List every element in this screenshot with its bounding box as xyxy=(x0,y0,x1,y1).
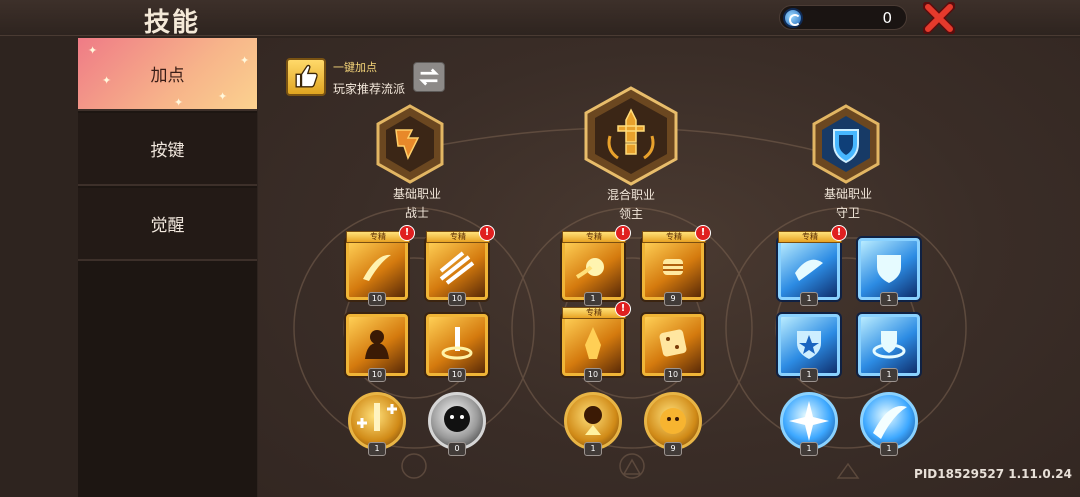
skill-level: 10 xyxy=(584,368,602,382)
alert-icon: ! xyxy=(615,225,631,241)
warrior-class-icon[interactable] xyxy=(374,104,446,184)
guard-class-icon[interactable] xyxy=(810,104,882,184)
lord-skill-1[interactable]: 专精 ! 1 xyxy=(562,225,631,306)
one-click-points-label: 一键加点 xyxy=(333,61,377,74)
shield-icon xyxy=(877,255,901,283)
guard-class-type: 基础职业 xyxy=(823,187,872,201)
alert-icon: ! xyxy=(615,301,631,317)
tab-awaken-label: 觉醒 xyxy=(150,216,185,236)
thumbs-up-icon xyxy=(295,64,318,88)
skill-level: 1 xyxy=(880,442,898,456)
warrior-skill-4[interactable]: 10 xyxy=(426,314,488,382)
alert-icon: ! xyxy=(479,225,495,241)
tab-keys-label: 按键 xyxy=(150,141,185,161)
currency-display: 0 xyxy=(779,5,907,30)
skill-level: 9 xyxy=(664,292,682,306)
guard-class-name: 守卫 xyxy=(835,206,860,220)
skill-level: 10 xyxy=(368,368,386,382)
sidebar: ✦ ✦ ✦ ✦ ✦ 加点 按键 觉醒 xyxy=(78,38,257,497)
guard-skill-3[interactable]: 1 xyxy=(778,314,840,382)
recommended-build-label: 玩家推荐流派 xyxy=(333,82,406,96)
guard-skill-1[interactable]: 专精 ! 1 xyxy=(778,225,847,306)
shield-aura-icon xyxy=(872,331,906,359)
sword-ground-icon xyxy=(441,327,473,360)
lord-class-icon[interactable] xyxy=(580,86,682,186)
multi-slash-icon xyxy=(439,251,475,285)
wind-slash-icon xyxy=(873,406,907,439)
skill-level: 1 xyxy=(800,292,818,306)
lord-skill-2[interactable]: 专精 ! 9 xyxy=(642,225,711,306)
refresh-icon xyxy=(419,68,439,86)
passive-skill-5[interactable]: 1 xyxy=(780,392,838,456)
switch-build-button[interactable] xyxy=(413,62,445,92)
skill-level: 0 xyxy=(448,442,466,456)
lord-class-type: 混合职业 xyxy=(606,188,655,202)
guard-skill-2[interactable]: 1 xyxy=(858,238,920,306)
warrior-class-type: 基础职业 xyxy=(392,187,441,201)
skill-level: 1 xyxy=(880,292,898,306)
sword-plus-icon xyxy=(357,403,397,431)
skill-level: 10 xyxy=(448,292,466,306)
passive-skill-6[interactable]: 1 xyxy=(860,392,918,456)
warrior-class-name: 战士 xyxy=(404,206,429,220)
alert-icon: ! xyxy=(831,225,847,241)
close-icon[interactable] xyxy=(923,2,955,34)
skill-level: 10 xyxy=(664,368,682,382)
recommend-button[interactable] xyxy=(286,58,326,96)
passive-skill-1[interactable]: 1 xyxy=(348,392,406,456)
skill-level: 9 xyxy=(664,442,682,456)
passive-skill-4[interactable]: 9 xyxy=(644,392,702,456)
dice-icon xyxy=(659,329,687,357)
tab-awaken[interactable]: 觉醒 xyxy=(78,188,257,261)
skill-level: 1 xyxy=(584,292,602,306)
flame-pillar-icon xyxy=(585,327,601,359)
alert-icon: ! xyxy=(695,225,711,241)
ice-burst-icon xyxy=(789,401,829,441)
skill-level: 1 xyxy=(800,442,818,456)
passive-skill-2[interactable]: 0 xyxy=(428,392,486,456)
tab-add-points[interactable]: ✦ ✦ ✦ ✦ ✦ 加点 xyxy=(78,38,257,111)
blue-gem-icon xyxy=(783,8,803,28)
skill-level: 1 xyxy=(584,442,602,456)
currency-value: 0 xyxy=(882,9,892,27)
lord-skill-3[interactable]: 专精 ! 10 xyxy=(562,301,631,382)
tab-keys[interactable]: 按键 xyxy=(78,113,257,186)
skill-level: 1 xyxy=(880,368,898,382)
shield-bash-icon xyxy=(795,259,823,281)
player-id-version: PID18529527 1.11.0.24 xyxy=(914,467,1072,481)
skill-level: 10 xyxy=(448,368,466,382)
skill-level: 1 xyxy=(368,442,386,456)
dark-orb-icon xyxy=(444,406,470,432)
skill-level: 10 xyxy=(368,292,386,306)
warrior-skill-3[interactable]: 10 xyxy=(346,314,408,382)
star-shield-icon xyxy=(797,331,821,359)
fire-blast-icon xyxy=(575,258,604,279)
guard-skill-4[interactable]: 1 xyxy=(858,314,920,382)
power-up-icon xyxy=(584,406,602,435)
warrior-skill-2[interactable]: 专精 ! 10 xyxy=(426,225,495,306)
fist-icon xyxy=(663,259,683,275)
passive-skill-3[interactable]: 1 xyxy=(564,392,622,456)
alert-icon: ! xyxy=(399,225,415,241)
warrior-skill-1[interactable]: 专精 ! 10 xyxy=(346,225,415,306)
tab-add-points-label: 加点 xyxy=(150,66,185,86)
rage-figure-icon xyxy=(365,330,389,359)
slash-icon xyxy=(363,254,391,281)
page-title: 技能 xyxy=(144,8,201,38)
golden-beast-icon xyxy=(660,408,686,434)
lord-skill-4[interactable]: 10 xyxy=(642,314,704,382)
skill-level: 1 xyxy=(800,368,818,382)
lord-class-name: 领主 xyxy=(618,207,643,221)
